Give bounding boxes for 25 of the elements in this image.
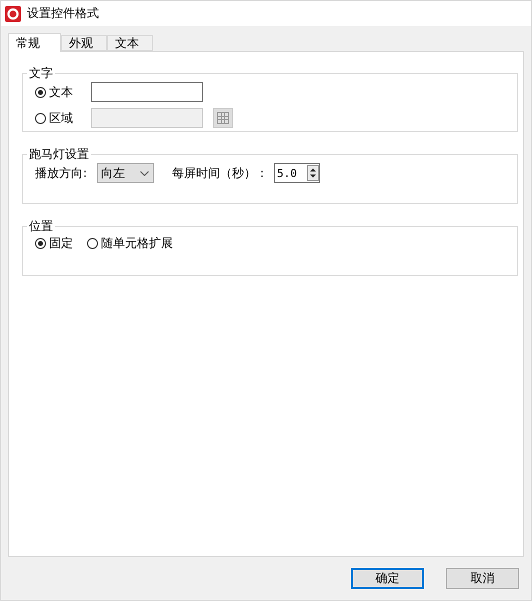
group-title: 跑马灯设置 xyxy=(28,146,90,163)
spin-arrows-icon xyxy=(307,165,320,181)
tab[interactable]: 外观 xyxy=(61,35,107,51)
direction-label: 播放方向: xyxy=(35,164,88,182)
time-spinner[interactable]: 5.0 xyxy=(274,163,320,183)
tab[interactable]: 常规 xyxy=(8,33,61,52)
radio-option[interactable]: 区域 xyxy=(35,110,73,126)
dialog-button[interactable]: 确定 xyxy=(351,568,424,589)
radio-option[interactable]: 文本 xyxy=(35,84,73,100)
window-title: 设置控件格式 xyxy=(27,5,99,22)
group-title: 文字 xyxy=(28,65,54,82)
dialog-button[interactable]: 取消 xyxy=(446,568,519,589)
input-field[interactable] xyxy=(91,82,203,102)
chevron-down-icon xyxy=(140,170,150,176)
radio-button[interactable] xyxy=(35,86,46,98)
radio-button[interactable] xyxy=(35,238,46,249)
app-logo-icon xyxy=(5,6,21,22)
radio-option[interactable]: 随单元格扩展 xyxy=(87,235,173,252)
group-title: 位置 xyxy=(28,218,54,235)
direction-dropdown[interactable]: 向左 xyxy=(97,163,154,183)
radio-button[interactable] xyxy=(87,238,98,249)
radio-option[interactable]: 固定 xyxy=(35,235,73,252)
tab[interactable]: 文本 xyxy=(107,35,153,51)
radio-button[interactable] xyxy=(35,112,46,124)
time-label: 每屏时间（秒）： xyxy=(172,164,268,182)
